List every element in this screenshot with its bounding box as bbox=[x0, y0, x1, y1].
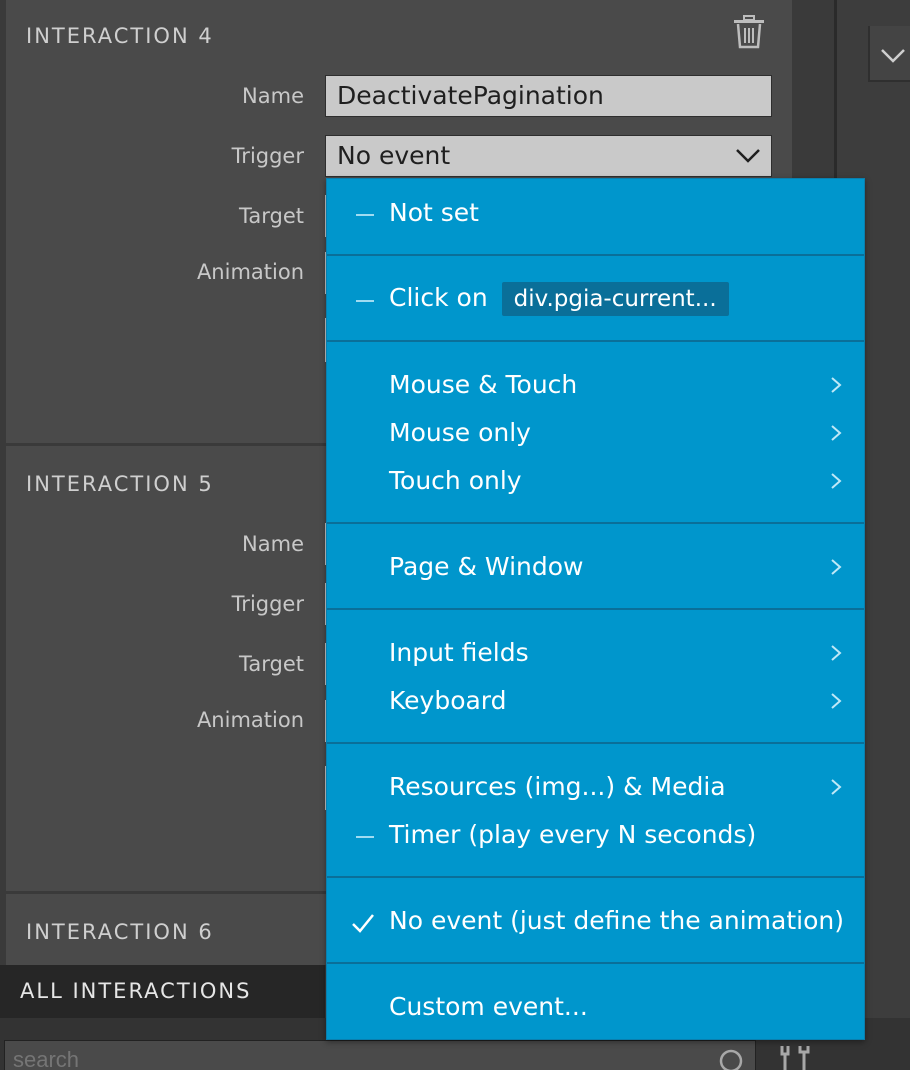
trigger-label: Trigger bbox=[231, 144, 304, 168]
chevron-right-icon bbox=[831, 425, 842, 441]
chevron-right-icon bbox=[831, 559, 842, 575]
animation-label: Animation bbox=[196, 708, 304, 732]
name-field[interactable]: DeactivatePagination bbox=[325, 75, 772, 117]
dash-icon bbox=[356, 836, 374, 838]
chevron-right-icon bbox=[831, 473, 842, 489]
chevron-right-icon bbox=[831, 377, 842, 393]
chevron-right-icon bbox=[831, 779, 842, 795]
chevron-right-icon bbox=[831, 693, 842, 709]
menu-item-label: Custom event... bbox=[389, 992, 588, 1021]
trigger-select[interactable]: No event bbox=[325, 135, 772, 177]
menu-separator bbox=[327, 962, 864, 964]
dash-icon bbox=[356, 214, 374, 216]
dash-icon bbox=[356, 300, 374, 302]
interaction-title: INTERACTION 6 bbox=[26, 920, 214, 944]
click-on-target-badge: div.pgia-current... bbox=[501, 282, 729, 316]
menu-item-label: Mouse only bbox=[389, 418, 531, 447]
menu-item-label: Input fields bbox=[389, 638, 529, 667]
menu-item-label: Touch only bbox=[389, 466, 522, 495]
menu-separator bbox=[327, 522, 864, 524]
menu-separator bbox=[327, 254, 864, 256]
name-label: Name bbox=[242, 84, 304, 108]
interaction-title: INTERACTION 4 bbox=[26, 24, 214, 48]
trigger-selected-value: No event bbox=[337, 141, 451, 170]
menu-separator bbox=[327, 742, 864, 744]
menu-item-label: Not set bbox=[389, 198, 479, 227]
name-label: Name bbox=[242, 532, 304, 556]
interaction-title: INTERACTION 5 bbox=[26, 472, 214, 496]
trigger-label: Trigger bbox=[231, 592, 304, 616]
menu-item-label: Page & Window bbox=[389, 552, 584, 581]
menu-item-label: Resources (img...) & Media bbox=[389, 772, 726, 801]
chevron-right-icon bbox=[831, 645, 842, 661]
search-input[interactable] bbox=[4, 1040, 756, 1070]
menu-item-label: No event (just define the animation) bbox=[389, 906, 844, 935]
animation-label: Animation bbox=[196, 260, 304, 284]
menu-item-label: Timer (play every N seconds) bbox=[389, 820, 757, 849]
menu-item-label: Keyboard bbox=[389, 686, 507, 715]
all-interactions-button[interactable]: ALL INTERACTIONS bbox=[0, 965, 325, 1018]
collapse-toggle[interactable] bbox=[868, 26, 910, 82]
target-label: Target bbox=[239, 652, 304, 676]
tools-icon[interactable] bbox=[778, 1044, 820, 1070]
check-icon bbox=[352, 914, 374, 933]
menu-separator bbox=[327, 608, 864, 610]
target-label: Target bbox=[239, 204, 304, 228]
menu-separator bbox=[327, 340, 864, 342]
trash-icon[interactable] bbox=[731, 14, 767, 50]
search-icon[interactable] bbox=[718, 1048, 746, 1070]
menu-separator bbox=[327, 876, 864, 878]
click-on-label: Click on bbox=[389, 283, 488, 312]
chevron-down-icon bbox=[881, 49, 905, 63]
chevron-down-icon bbox=[736, 149, 760, 163]
menu-item-label: Click on div.pgia-current... bbox=[389, 282, 729, 316]
menu-item-label: Mouse & Touch bbox=[389, 370, 578, 399]
trigger-dropdown-menu: Not set Click on div.pgia-current... Mou… bbox=[326, 178, 865, 1040]
